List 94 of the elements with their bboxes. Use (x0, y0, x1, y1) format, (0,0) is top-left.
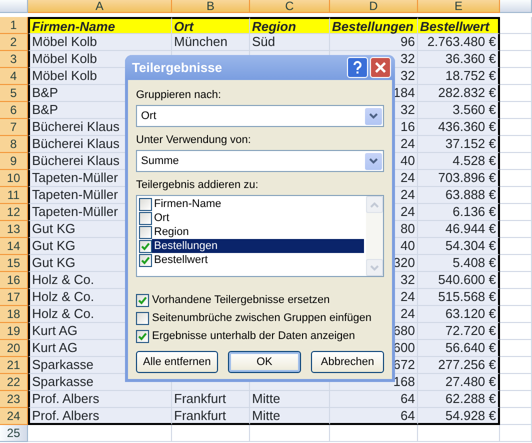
row-number[interactable]: 2 (0, 34, 28, 51)
table-cell: Mitte (250, 408, 330, 425)
table-cell: 27.480 € (418, 374, 500, 391)
row-number[interactable]: 4 (0, 68, 28, 85)
table-cell: München (172, 34, 250, 51)
table-cell: 436.360 € (418, 119, 500, 136)
function-dropdown[interactable]: Summe (136, 150, 384, 172)
table-cell: 282.832 € (418, 85, 500, 102)
close-button[interactable] (370, 57, 391, 78)
table-cell: 54.928 € (418, 408, 500, 425)
row-number[interactable]: 15 (0, 255, 28, 272)
checkbox[interactable] (139, 254, 152, 266)
row-number[interactable]: 10 (0, 170, 28, 187)
table-cell: Mitte (250, 391, 330, 408)
row-number[interactable]: 13 (0, 221, 28, 238)
checkbox[interactable] (136, 294, 149, 306)
row-number[interactable]: 16 (0, 272, 28, 289)
row-number[interactable]: 11 (0, 187, 28, 204)
row-number[interactable]: 12 (0, 204, 28, 221)
checkbox[interactable] (139, 226, 152, 238)
column-header[interactable]: D (330, 0, 418, 13)
column-heading-cell: Bestellungen (330, 17, 418, 34)
row-number[interactable]: 21 (0, 357, 28, 374)
column-heading-cell: Ort (172, 17, 250, 34)
row-number[interactable]: 22 (0, 374, 28, 391)
table-cell: 5.408 € (418, 255, 500, 272)
table-cell: 2.763.480 € (418, 34, 500, 51)
table-cell: Prof. Albers (28, 408, 172, 425)
table-cell: 62.288 € (418, 391, 500, 408)
column-header[interactable]: E (418, 0, 500, 13)
row-number[interactable]: 20 (0, 340, 28, 357)
table-cell: 515.568 € (418, 289, 500, 306)
table-cell: Frankfurt (172, 391, 250, 408)
close-icon (375, 62, 386, 73)
checkmark-icon (138, 296, 147, 304)
list-item[interactable]: Bestellungen (152, 239, 364, 253)
row-number[interactable]: 3 (0, 51, 28, 68)
dialog-button[interactable]: Alle entfernen (136, 351, 218, 373)
dropdown-button[interactable] (365, 152, 382, 170)
table-cell: 63.888 € (418, 187, 500, 204)
dialog-button[interactable]: OK (228, 351, 301, 373)
table-cell: 18.752 € (418, 68, 500, 85)
table-cell: 36.360 € (418, 51, 500, 68)
table-cell: Prof. Albers (28, 391, 172, 408)
row-number[interactable]: 17 (0, 289, 28, 306)
table-cell: 54.304 € (418, 238, 500, 255)
checkmark-icon (138, 332, 147, 340)
help-button[interactable] (347, 57, 368, 78)
column-header[interactable]: A (28, 0, 172, 13)
dropdown-button[interactable] (365, 108, 382, 124)
dialog-button[interactable]: Abbrechen (310, 351, 384, 373)
row-number[interactable]: 1 (0, 17, 28, 34)
checkbox[interactable] (139, 212, 152, 224)
table-cell: 46.944 € (418, 221, 500, 238)
table-cell: 64 (330, 408, 418, 425)
checkbox[interactable] (139, 198, 152, 210)
table-cell: 4.528 € (418, 153, 500, 170)
column-heading-cell: Firmen-Name (28, 17, 172, 34)
row-number[interactable]: 24 (0, 408, 28, 425)
table-cell: 96 (330, 34, 418, 51)
checkbox[interactable] (136, 312, 149, 324)
column-heading-cell: Region (250, 17, 330, 34)
table-cell: 277.256 € (418, 357, 500, 374)
column-heading-cell: Bestellwert (418, 17, 500, 34)
table-cell: 63.120 € (418, 306, 500, 323)
row-number[interactable]: 9 (0, 153, 28, 170)
table-cell: Süd (250, 34, 330, 51)
row-number[interactable]: 23 (0, 391, 28, 408)
table-cell: 72.720 € (418, 323, 500, 340)
column-header[interactable]: C (250, 0, 330, 13)
checkbox[interactable] (139, 240, 152, 252)
table-cell: 703.896 € (418, 170, 500, 187)
row-number[interactable]: 5 (0, 85, 28, 102)
table-cell: 540.600 € (418, 272, 500, 289)
table-cell: 6.136 € (418, 204, 500, 221)
row-number[interactable]: 8 (0, 136, 28, 153)
table-cell: Frankfurt (172, 408, 250, 425)
group-by-dropdown[interactable]: Ort (136, 105, 384, 127)
table-cell: 3.560 € (418, 102, 500, 119)
question-mark-icon (353, 61, 362, 74)
checkbox[interactable] (136, 330, 149, 342)
table-cell: 37.152 € (418, 136, 500, 153)
row-number[interactable]: 14 (0, 238, 28, 255)
table-cell: 64 (330, 391, 418, 408)
table-cell: Möbel Kolb (28, 34, 172, 51)
row-number[interactable]: 6 (0, 102, 28, 119)
row-number[interactable]: 25 (0, 425, 28, 442)
row-number[interactable]: 19 (0, 323, 28, 340)
table-cell: 56.640 € (418, 340, 500, 357)
row-number[interactable]: 7 (0, 119, 28, 136)
chevron-down-icon (369, 158, 378, 164)
column-header[interactable]: B (172, 0, 250, 13)
chevron-down-icon (369, 113, 378, 119)
row-number[interactable]: 18 (0, 306, 28, 323)
